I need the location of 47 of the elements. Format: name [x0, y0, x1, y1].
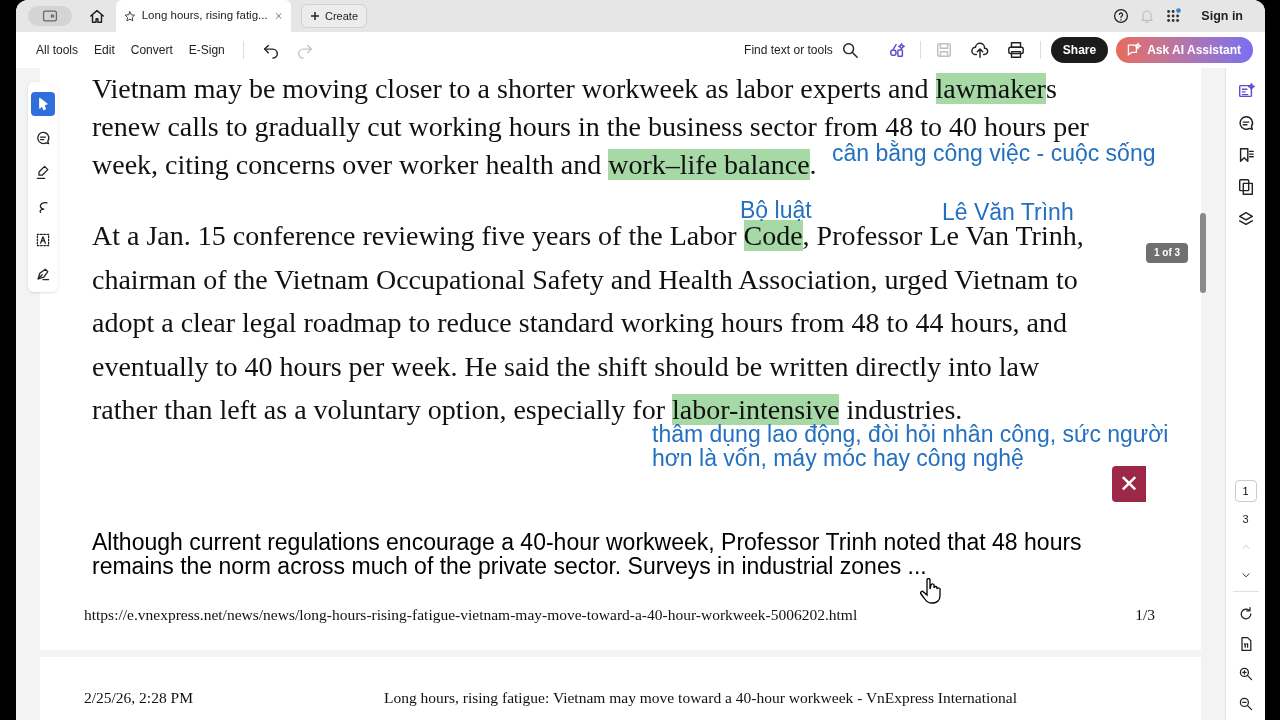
profile-card-icon[interactable]	[42, 8, 58, 24]
page-input[interactable]: 1	[1234, 479, 1257, 502]
sidebar-button[interactable]	[28, 6, 72, 26]
search-icon[interactable]	[840, 41, 859, 59]
print-title: Long hours, rising fatigue: Vietnam may move toward a 40-hour workweek - VnExpress International	[384, 688, 1017, 708]
sparkle-shapes-icon[interactable]	[887, 41, 906, 59]
pages-icon[interactable]	[1236, 178, 1255, 196]
sparkle-card-icon[interactable]	[1236, 82, 1255, 100]
tab-title: Long hours, rising fatig...	[141, 8, 268, 24]
create-button[interactable]: Create	[301, 4, 368, 28]
page-number: 1/3	[1135, 605, 1155, 625]
print-date: 2/25/26, 2:28 PM	[84, 688, 194, 708]
close-icon[interactable]	[273, 10, 283, 22]
sparkle-chat-icon	[1126, 42, 1143, 58]
help-icon[interactable]	[1113, 8, 1130, 24]
zoom-out-icon[interactable]	[1237, 696, 1254, 712]
marker-icon	[35, 164, 51, 180]
find-label: Find text or tools	[744, 42, 833, 59]
annotation-note: Lê Văn Trình	[942, 200, 1074, 224]
page-url: https://e.vnexpress.net/news/news/long-hours-rising-fatigue-vietnam-may-move-toward-a-40-hour-workweek-5006202.html	[84, 605, 858, 625]
paragraph: Although current regulations encourage a 40-hour workweek, Professor Trinh noted that 48 hours remains the norm across much of the private sector. Surveys in industrial zones ...	[92, 529, 1083, 578]
apps-grid-icon[interactable]	[1165, 7, 1184, 25]
pen-nib-icon	[35, 266, 51, 282]
hand-cursor-icon	[920, 578, 944, 604]
menu-item[interactable]: Convert	[122, 41, 181, 59]
star-icon[interactable]	[124, 8, 136, 24]
annotation-note: cân bằng công việc - cuộc sống	[832, 141, 1156, 165]
plus-icon	[310, 11, 320, 21]
zoom-in-icon[interactable]	[1237, 666, 1254, 682]
scrollbar-thumb[interactable]	[1200, 213, 1206, 293]
cloud-upload-icon[interactable]	[970, 41, 989, 59]
menu-item[interactable]: All tools	[28, 41, 87, 59]
layers-icon[interactable]	[1236, 210, 1255, 228]
page-count: 3	[1242, 511, 1249, 527]
page-tooltip: 1 of 3	[1146, 243, 1189, 263]
share-button[interactable]: Share	[1050, 37, 1109, 63]
comment-icon	[35, 130, 51, 146]
document-tab[interactable]: Long hours, rising fatig...	[116, 0, 291, 32]
print-icon[interactable]	[1006, 41, 1025, 59]
comment-icon[interactable]	[1236, 114, 1255, 132]
text-box-icon	[35, 232, 51, 248]
home-icon[interactable]	[88, 7, 106, 25]
close-button[interactable]: ✕	[1112, 466, 1146, 502]
menu-item[interactable]: Edit	[86, 41, 123, 59]
sign-in-button[interactable]: Sign in	[1201, 6, 1243, 26]
annotation-note: Bộ luật	[740, 198, 812, 222]
menu-item[interactable]: E-Sign	[180, 41, 233, 59]
